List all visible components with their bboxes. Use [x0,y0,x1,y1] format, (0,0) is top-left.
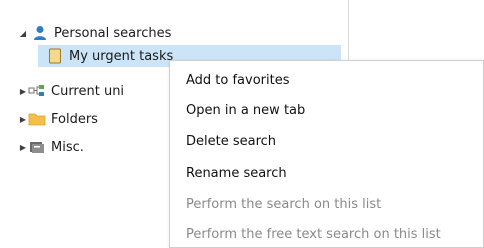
tree-item-misc[interactable]: ▶ Misc. [18,136,84,158]
misc-icon [28,138,46,156]
tree-item-my-urgent-tasks[interactable]: My urgent tasks [46,45,173,67]
menu-item-perform-search-on-list: Perform the search on this list [186,196,382,212]
expand-triangle-down-icon[interactable]: ◢ [18,22,28,44]
tree-item-label: Personal searches [54,25,172,41]
menu-item-open-in-new-tab[interactable]: Open in a new tab [186,99,305,121]
app-root: ◢ Personal searches My urgent tasks ▶ Cu… [0,0,484,248]
context-menu: Add to favorites Open in a new tab Delet… [169,60,484,248]
menu-item-delete-search[interactable]: Delete search [186,130,276,152]
tree-item-label: Current uni [51,83,125,99]
note-icon [46,47,64,65]
expand-triangle-right-icon[interactable]: ▶ [18,108,28,130]
folder-icon [28,110,46,128]
tree-item-folders[interactable]: ▶ Folders [18,108,98,130]
expand-triangle-right-icon[interactable]: ▶ [18,136,28,158]
tree-item-label: Misc. [51,139,84,155]
menu-item-perform-free-text-search: Perform the free text search on this lis… [186,226,441,242]
tree-item-personal-searches[interactable]: ◢ Personal searches [18,22,171,44]
network-icon [28,82,46,100]
user-icon [31,24,49,42]
tree-item-current-uni[interactable]: ▶ Current uni [18,80,124,102]
menu-item-rename-search[interactable]: Rename search [186,162,287,184]
tree-item-label: Folders [51,111,98,127]
menu-item-add-to-favorites[interactable]: Add to favorites [186,69,290,91]
expand-triangle-right-icon[interactable]: ▶ [18,80,28,102]
tree-item-label: My urgent tasks [69,48,174,64]
